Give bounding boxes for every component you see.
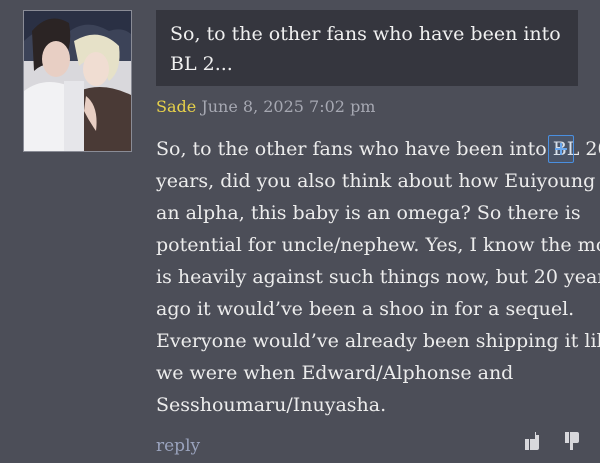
text-cursor-plus-icon[interactable] <box>548 135 574 163</box>
comment-date: June 8, 2025 7:02 pm <box>201 97 376 116</box>
comment-body-line: So, to the other fans who have been into… <box>156 138 600 160</box>
comment-title-box[interactable]: So, to the other fans who have been into… <box>156 10 578 86</box>
comment-body-line: an alpha, this baby is an omega? So ther… <box>156 202 581 224</box>
comment-body-line: years, did you also think about how Euiy… <box>156 170 600 192</box>
thumbs-down-icon[interactable] <box>522 430 544 452</box>
thumbs-up-icon[interactable] <box>560 430 582 452</box>
comment-body-line: potential for uncle/nephew. Yes, I know … <box>156 234 600 256</box>
comment-body-line: we were when Edward/Alphonse and <box>156 362 514 384</box>
avatar <box>23 10 132 152</box>
comment-body: So, to the other fans who have been into… <box>156 133 600 421</box>
avatar-illustration <box>24 11 131 151</box>
comment-body-line: is heavily against such things now, but … <box>156 266 600 288</box>
comment-body-line: Everyone would’ve already been shipping … <box>156 330 600 352</box>
comment-author[interactable]: Sade <box>156 97 196 116</box>
comment-body-line: ago it would’ve been a shoo in for a seq… <box>156 298 575 320</box>
comment-title: So, to the other fans who have been into… <box>170 23 561 75</box>
reply-link[interactable]: reply <box>156 435 200 457</box>
comment-meta: Sade June 8, 2025 7:02 pm <box>156 96 375 118</box>
comment-body-line: Sesshoumaru/Inuyasha. <box>156 394 387 416</box>
